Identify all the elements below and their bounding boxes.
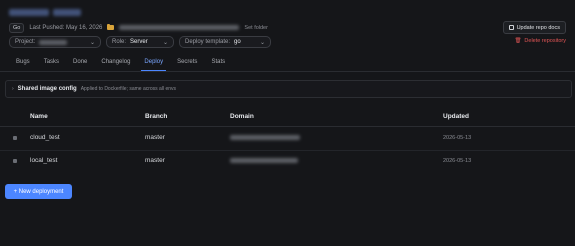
- column-header-updated: Updated: [443, 113, 469, 120]
- deployment-updated: 2026-05-13: [443, 135, 472, 141]
- update-repo-docs-button[interactable]: Update repo docs: [502, 21, 566, 34]
- tab-tasks[interactable]: Tasks: [37, 56, 66, 71]
- folder-path-redacted: [119, 25, 240, 30]
- last-pushed-text: Last Pushed: May 16, 2026: [29, 24, 103, 31]
- tab-changelog[interactable]: Changelog: [94, 56, 137, 71]
- tab-secrets[interactable]: Secrets: [170, 56, 204, 71]
- trash-icon: 🗑: [514, 38, 522, 44]
- repo-meta-row: Go Last Pushed: May 16, 2026 Set folder: [9, 22, 268, 33]
- deployment-updated: 2026-05-13: [443, 158, 472, 164]
- project-select[interactable]: Project: ⌄: [9, 36, 101, 48]
- delete-repository-label: Delete repository: [524, 38, 566, 44]
- tab-stats[interactable]: Stats: [204, 56, 232, 71]
- table-row[interactable]: cloud_test master 2026-05-13: [0, 128, 575, 148]
- deploy-template-label: Deploy template:: [185, 39, 231, 45]
- project-select-label: Project:: [15, 39, 36, 45]
- deploy-template-value: go: [234, 39, 241, 45]
- update-repo-docs-label: Update repo docs: [516, 24, 560, 31]
- tab-deploy[interactable]: Deploy: [137, 56, 170, 71]
- shared-image-config-toggle[interactable]: › Shared image config Applied to Dockerf…: [5, 80, 572, 98]
- chevron-right-icon: ›: [12, 86, 14, 92]
- deployment-domain-redacted: [230, 135, 300, 140]
- tab-bugs[interactable]: Bugs: [9, 56, 37, 71]
- repo-tabs: Bugs Tasks Done Changelog Deploy Secrets…: [9, 56, 232, 71]
- chevron-down-icon: ⌄: [89, 39, 95, 46]
- new-deployment-button[interactable]: + New deployment: [5, 184, 72, 199]
- role-select[interactable]: Role: Server ⌄: [106, 36, 174, 48]
- repo-title-redacted: [9, 9, 81, 17]
- deployment-name: local_test: [30, 157, 58, 164]
- deployment-name: cloud_test: [30, 134, 60, 141]
- deployment-domain-redacted: [230, 158, 298, 163]
- deployment-branch: master: [145, 157, 165, 164]
- table-header-divider: [0, 126, 575, 127]
- book-icon: [508, 25, 514, 30]
- deployment-branch: master: [145, 134, 165, 141]
- role-select-value: Server: [130, 39, 148, 45]
- shared-image-config-title: Shared image config: [17, 86, 77, 92]
- column-header-domain: Domain: [230, 113, 254, 120]
- column-header-branch: Branch: [145, 113, 168, 120]
- shared-image-config-description: Applied to Dockerfile; same across all e…: [80, 86, 177, 92]
- folder-icon: [107, 24, 115, 30]
- language-badge: Go: [9, 22, 25, 33]
- delete-repository-button[interactable]: 🗑 Delete repository: [514, 38, 566, 44]
- project-value-redacted: [39, 39, 68, 45]
- row-divider: [0, 150, 575, 151]
- tab-done[interactable]: Done: [66, 56, 94, 71]
- column-header-name: Name: [30, 113, 48, 120]
- chevron-down-icon: ⌄: [259, 39, 265, 46]
- table-row[interactable]: local_test master 2026-05-13: [0, 152, 575, 172]
- row-status-dot: [13, 136, 17, 140]
- deploy-template-select[interactable]: Deploy template: go ⌄: [179, 36, 271, 48]
- row-status-dot: [13, 159, 17, 163]
- role-select-label: Role:: [112, 39, 127, 45]
- tabs-divider: [0, 71, 575, 72]
- chevron-down-icon: ⌄: [162, 39, 168, 46]
- set-folder-link[interactable]: Set folder: [244, 25, 268, 31]
